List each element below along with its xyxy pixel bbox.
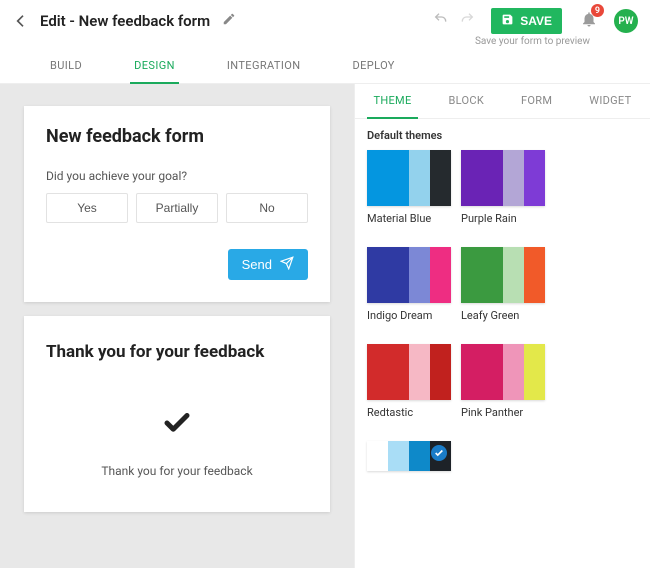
avatar[interactable]: PW bbox=[614, 9, 638, 33]
save-button[interactable]: SAVE bbox=[491, 8, 562, 34]
send-button[interactable]: Send bbox=[228, 249, 308, 280]
notif-badge: 9 bbox=[591, 4, 604, 17]
redo-icon[interactable] bbox=[459, 11, 475, 31]
theme-name: Material Blue bbox=[367, 212, 451, 237]
theme-swatch bbox=[367, 247, 451, 303]
form-title: New feedback form bbox=[46, 126, 308, 147]
thanks-body: Thank you for your feedback bbox=[46, 464, 308, 478]
save-label: SAVE bbox=[520, 14, 552, 28]
theme-swatch bbox=[367, 150, 451, 206]
save-disk-icon bbox=[501, 13, 514, 29]
undo-icon[interactable] bbox=[433, 11, 449, 31]
theme-name: Indigo Dream bbox=[367, 309, 451, 334]
thanks-preview-card: Thank you for your feedback Thank you fo… bbox=[24, 316, 330, 512]
panel-tab-block[interactable]: BLOCK bbox=[443, 84, 491, 118]
panel-tab-form[interactable]: FORM bbox=[515, 84, 558, 118]
theme-name: Leafy Green bbox=[461, 309, 545, 334]
send-label: Send bbox=[242, 257, 272, 272]
theme-swatch bbox=[461, 150, 545, 206]
page-title: Edit - New feedback form bbox=[40, 12, 210, 30]
theme-item[interactable]: Redtastic bbox=[367, 344, 451, 431]
theme-name: Pink Panther bbox=[461, 406, 545, 431]
thanks-title: Thank you for your feedback bbox=[46, 342, 308, 362]
selected-check-icon bbox=[431, 445, 447, 461]
theme-name: Redtastic bbox=[367, 406, 451, 431]
edit-title-icon[interactable] bbox=[222, 12, 236, 30]
theme-item[interactable]: Material Blue bbox=[367, 150, 451, 237]
save-hint: Save your form to preview bbox=[0, 36, 650, 47]
option-yes[interactable]: Yes bbox=[46, 193, 128, 223]
theme-item[interactable]: Purple Rain bbox=[461, 150, 545, 237]
theme-swatch bbox=[367, 441, 451, 471]
theme-name: Purple Rain bbox=[461, 212, 545, 237]
theme-swatch bbox=[461, 247, 545, 303]
notifications-icon[interactable]: 9 bbox=[580, 10, 598, 32]
form-question: Did you achieve your goal? bbox=[46, 169, 308, 183]
theme-item[interactable]: Pink Panther bbox=[461, 344, 545, 431]
theme-swatch bbox=[367, 344, 451, 400]
option-partially[interactable]: Partially bbox=[136, 193, 218, 223]
back-arrow-icon[interactable] bbox=[12, 12, 30, 30]
themes-section-label: Default themes bbox=[355, 119, 650, 150]
panel-tab-widget[interactable]: WIDGET bbox=[583, 84, 637, 118]
check-icon bbox=[162, 408, 192, 442]
theme-item[interactable]: Leafy Green bbox=[461, 247, 545, 334]
tab-design[interactable]: DESIGN bbox=[130, 51, 179, 84]
theme-item[interactable]: Indigo Dream bbox=[367, 247, 451, 334]
theme-item-selected[interactable] bbox=[367, 441, 451, 471]
option-no[interactable]: No bbox=[226, 193, 308, 223]
panel-tab-theme[interactable]: THEME bbox=[367, 84, 417, 119]
tab-build[interactable]: BUILD bbox=[46, 51, 86, 83]
tab-deploy[interactable]: DEPLOY bbox=[348, 51, 398, 83]
send-icon bbox=[280, 256, 294, 273]
form-preview-card: New feedback form Did you achieve your g… bbox=[24, 106, 330, 302]
theme-swatch bbox=[461, 344, 545, 400]
tab-integration[interactable]: INTEGRATION bbox=[223, 51, 305, 83]
